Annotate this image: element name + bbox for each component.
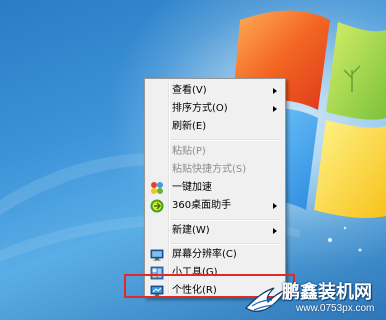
menu-separator bbox=[171, 139, 281, 141]
submenu-arrow-icon bbox=[273, 228, 277, 234]
menu-item-label: 粘贴快捷方式(S) bbox=[172, 164, 247, 175]
menu-item-label: 刷新(E) bbox=[172, 121, 207, 132]
menu-item-new[interactable]: 新建(W) bbox=[147, 222, 283, 240]
speedup-icon bbox=[150, 181, 164, 195]
watermark-brand: 鹏鑫装机网 bbox=[282, 282, 372, 303]
submenu-arrow-icon bbox=[273, 88, 277, 94]
menu-item-label: 粘贴(P) bbox=[172, 146, 206, 157]
menu-item-refresh[interactable]: 刷新(E) bbox=[147, 118, 283, 136]
menu-separator bbox=[171, 243, 281, 245]
menu-item-paste[interactable]: 粘贴(P) bbox=[147, 143, 283, 161]
menu-item-screen-resolution[interactable]: 屏幕分辨率(C) bbox=[147, 246, 283, 264]
submenu-arrow-icon bbox=[273, 106, 277, 112]
watermark-url: www.0753px.com bbox=[296, 303, 375, 314]
menu-separator bbox=[171, 219, 281, 221]
menu-item-label: 360桌面助手 bbox=[172, 200, 232, 211]
menu-item-label: 查看(V) bbox=[172, 85, 207, 96]
menu-item-view[interactable]: 查看(V) bbox=[147, 82, 283, 100]
menu-item-label: 一键加速 bbox=[172, 182, 212, 193]
menu-item-speedup[interactable]: 一键加速 bbox=[147, 179, 283, 197]
menu-item-sort-by[interactable]: 排序方式(O) bbox=[147, 100, 283, 118]
submenu-arrow-icon bbox=[273, 203, 277, 209]
menu-item-label: 排序方式(O) bbox=[172, 103, 228, 114]
desktop-context-menu: 查看(V) 排序方式(O) 刷新(E) 粘贴(P) 粘贴快捷方式(S) 一键加速 bbox=[144, 78, 286, 298]
menu-item-label: 新建(W) bbox=[172, 225, 210, 236]
360-assistant-icon bbox=[150, 199, 164, 213]
watermark-logo: 鹏鑫装机网 www.0753px.com bbox=[244, 276, 386, 320]
menu-item-360-desktop-assistant[interactable]: 360桌面助手 bbox=[147, 197, 283, 215]
monitor-icon bbox=[150, 248, 164, 262]
menu-item-label: 屏幕分辨率(C) bbox=[172, 249, 237, 260]
menu-item-paste-shortcut[interactable]: 粘贴快捷方式(S) bbox=[147, 161, 283, 179]
